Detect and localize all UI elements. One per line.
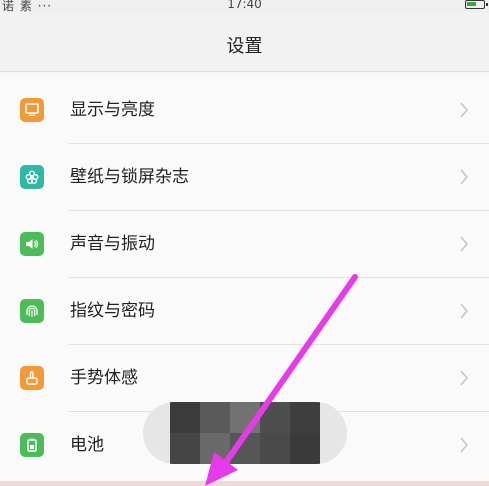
- settings-item-wallpaper[interactable]: 壁纸与锁屏杂志: [0, 144, 489, 211]
- gesture-hand-icon: [20, 366, 44, 390]
- fingerprint-icon: [20, 299, 44, 323]
- settings-item-label: 指纹与密码: [70, 301, 155, 321]
- status-battery-icon: [465, 0, 488, 9]
- display-icon: [20, 98, 44, 122]
- chevron-right-icon: [460, 303, 468, 319]
- battery-icon: [20, 433, 44, 457]
- chevron-right-icon: [460, 437, 468, 453]
- settings-item-label: 显示与亮度: [70, 100, 155, 120]
- speaker-icon: [20, 232, 44, 256]
- page-title: 设置: [226, 36, 263, 57]
- next-row-edge: [0, 481, 489, 486]
- status-bar: 诺 素 ··· 17:40: [0, 0, 489, 13]
- chevron-right-icon: [460, 169, 468, 185]
- status-time: 17:40: [227, 0, 262, 11]
- settings-item-fingerprint[interactable]: 指纹与密码: [0, 278, 489, 345]
- settings-item-label: 壁纸与锁屏杂志: [70, 167, 189, 187]
- chevron-right-icon: [460, 370, 468, 386]
- chevron-right-icon: [460, 102, 468, 118]
- settings-item-label: 声音与振动: [70, 234, 155, 254]
- settings-item-display[interactable]: 显示与亮度: [0, 77, 489, 144]
- redaction-mosaic: [143, 402, 347, 464]
- settings-item-sound[interactable]: 声音与振动: [0, 211, 489, 278]
- chevron-right-icon: [460, 236, 468, 252]
- wallpaper-flower-icon: [20, 165, 44, 189]
- settings-item-label: 电池: [70, 435, 104, 455]
- settings-item-label: 手势体感: [70, 368, 138, 388]
- header-bar: 设置: [0, 12, 489, 72]
